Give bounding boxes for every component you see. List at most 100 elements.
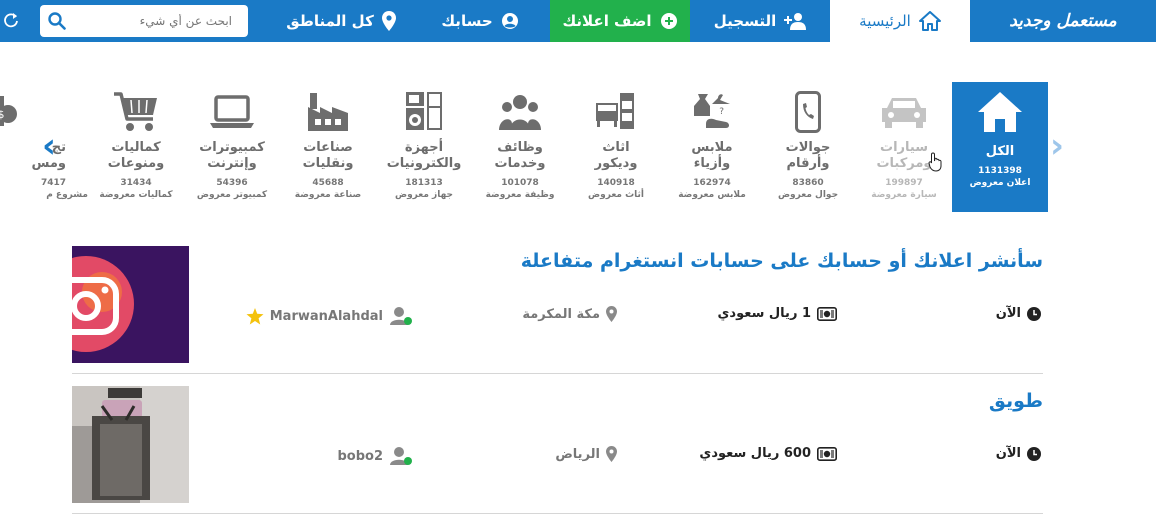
money-icon (817, 306, 837, 321)
car-icon (882, 98, 926, 128)
region-selector-label: كل المناطق (286, 12, 374, 30)
category-count: 199897 (885, 178, 923, 188)
listing-item[interactable]: طويق الآن 600 ريال سعودي الرياض bobo2 (72, 386, 1043, 514)
category-sub: سيارة معروضة (871, 190, 937, 200)
home-icon (918, 11, 941, 31)
category-jobs[interactable]: وظائف وخدمات 101078 وظيفة معروضة (472, 82, 568, 212)
scroll-left-arrow[interactable]: ‹ (42, 126, 56, 166)
category-name: صناعات ونقليات (302, 140, 354, 171)
category-name: كمبيوترات وإنترنت (199, 140, 265, 171)
star-icon (246, 307, 264, 324)
category-count: 140918 (597, 178, 635, 188)
search-icon[interactable] (48, 12, 66, 30)
listing-price-text: 1 ريال سعودي (717, 306, 811, 321)
listing-thumbnail[interactable] (72, 386, 189, 503)
nav-account[interactable]: حسابك (410, 0, 550, 42)
user-online-icon (390, 447, 412, 465)
nav-register[interactable]: التسجيل (690, 0, 830, 42)
top-navbar: مستعمل وجديد الرئيسية التسجيل اضف اعلانك… (0, 0, 1156, 42)
nav-account-label: حسابك (441, 12, 493, 30)
category-count: 1131398 (978, 166, 1022, 176)
category-name: أجهزة والكترونيات (386, 140, 462, 171)
listing-time: الآن (996, 446, 1041, 461)
refresh-icon[interactable] (3, 11, 19, 29)
hand-cursor-icon (928, 152, 942, 172)
listing-divider (72, 373, 1043, 374)
category-sub: وظيفة معروضة (485, 190, 555, 200)
search-input[interactable] (72, 14, 232, 28)
listing-user[interactable]: bobo2 (337, 446, 413, 466)
site-logo[interactable]: مستعمل وجديد (970, 0, 1156, 42)
category-count: 7417 (40, 178, 66, 188)
category-all[interactable]: الكل 1131398 اعلان معروض (952, 82, 1048, 212)
scroll-right-arrow[interactable]: › (1050, 126, 1064, 166)
listing-username[interactable]: MarwanAlahdal (270, 309, 383, 324)
money-icon (817, 446, 837, 461)
user-circle-icon (501, 13, 518, 29)
listing-username[interactable]: bobo2 (337, 449, 383, 464)
people-icon (499, 95, 541, 130)
clothes-icon: ? (694, 94, 730, 128)
category-sub: كمبيوتر معروض (196, 190, 268, 200)
category-name: سيارات ومركبات (876, 140, 932, 171)
category-name: وظائف وخدمات (494, 140, 546, 171)
factory-icon (308, 93, 348, 131)
clock-icon (1027, 446, 1041, 461)
listing-thumbnail[interactable] (72, 246, 189, 363)
nav-home[interactable]: الرئيسية (830, 0, 970, 42)
appliance-icon (406, 92, 442, 130)
listing-divider (72, 513, 1043, 514)
category-computers[interactable]: كمبيوترات وإنترنت 54396 كمبيوتر معروض (184, 82, 280, 212)
add-user-icon (784, 13, 807, 30)
listing-time: الآن (996, 306, 1041, 321)
category-name: جوالات وأرقام (785, 140, 831, 171)
category-name: كماليات ومنوعات (107, 140, 165, 171)
svg-text:?: ? (719, 107, 724, 117)
category-sub: مشروع م (46, 190, 88, 200)
category-sub: اعلان معروض (969, 178, 1031, 188)
category-electronics[interactable]: أجهزة والكترونيات 181313 جهاز معروض (376, 82, 472, 212)
category-sub: أثاث معروض (588, 190, 644, 200)
treadmill-photo (72, 386, 189, 503)
category-count: 31434 (120, 178, 152, 188)
category-count: 45688 (312, 178, 344, 188)
category-sub: جوال معروض (777, 190, 839, 200)
listing-item[interactable]: سأنشر اعلانك أو حسابك على حسابات انستغرا… (72, 246, 1043, 374)
clock-icon (1027, 306, 1041, 321)
category-name: اثاث وديكور (594, 140, 638, 171)
add-ad-label: اضف اعلانك (562, 12, 652, 30)
listing-price: 1 ريال سعودي (718, 306, 837, 321)
category-sub: ملابس معروضة (678, 190, 746, 200)
category-strip: الكل 1131398 اعلان معروض سيارات ومركبات … (0, 82, 1156, 212)
category-accessories[interactable]: كماليات ومنوعات 31434 كماليات معروضة (88, 82, 184, 212)
category-count: 162974 (693, 178, 731, 188)
plus-circle-icon (660, 13, 677, 29)
category-furniture[interactable]: اثاث وديكور 140918 أثاث معروض (568, 82, 664, 212)
location-pin-icon (606, 306, 617, 322)
region-selector[interactable]: كل المناطق (272, 0, 410, 42)
add-ad-button[interactable]: اضف اعلانك (550, 0, 690, 42)
category-count: 83860 (792, 178, 824, 188)
listing-title[interactable]: سأنشر اعلانك أو حسابك على حسابات انستغرا… (521, 250, 1043, 272)
category-industry[interactable]: صناعات ونقليات 45688 صناعة معروضة (280, 82, 376, 212)
category-name: الكل (985, 144, 1015, 159)
listing-user[interactable]: MarwanAlahdal (246, 306, 413, 326)
category-sub: جهاز معروض (394, 190, 454, 200)
category-phones[interactable]: جوالات وأرقام 83860 جوال معروض (760, 82, 856, 212)
search-box[interactable] (40, 5, 248, 37)
phone-icon (795, 91, 821, 133)
nav-home-label: الرئيسية (859, 12, 911, 30)
category-name: ملابس وأزياء (691, 140, 733, 171)
category-count: 54396 (216, 178, 248, 188)
category-clothes[interactable]: ? ملابس وأزياء 162974 ملابس معروضة (664, 82, 760, 212)
category-count: 101078 (501, 178, 539, 188)
listing-price-text: 600 ريال سعودي (699, 446, 811, 461)
listing-title[interactable]: طويق (989, 390, 1043, 412)
nav-register-label: التسجيل (713, 12, 777, 30)
listing-location-text: الرياض (555, 446, 600, 462)
listing-location-text: مكة المكرمة (522, 306, 600, 322)
listing-location: مكة المكرمة (522, 306, 617, 322)
category-cars[interactable]: سيارات ومركبات 199897 سيارة معروضة (856, 82, 952, 212)
category-count: 181313 (405, 178, 443, 188)
cart-icon (114, 92, 157, 131)
